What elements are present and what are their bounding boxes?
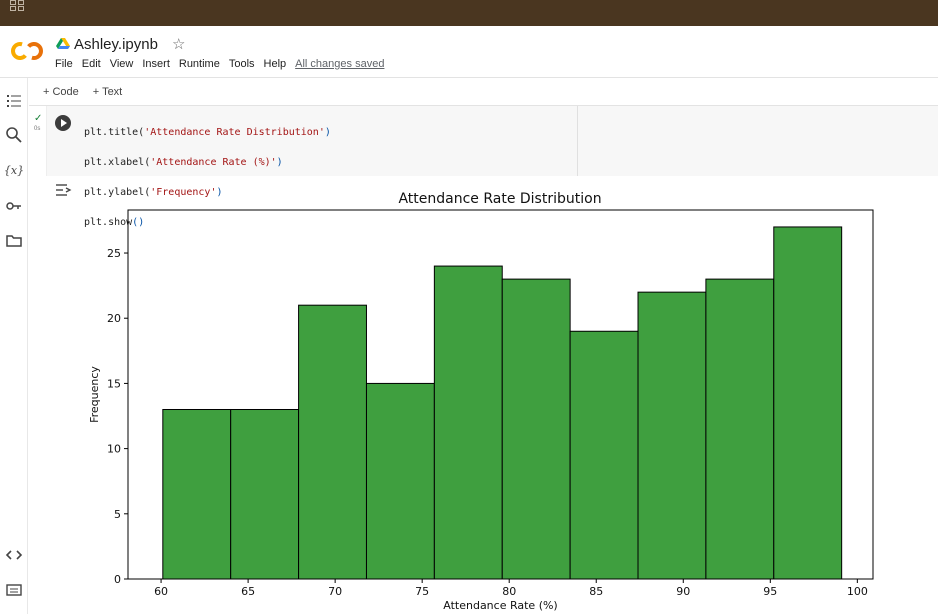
colab-logo-icon [11, 42, 43, 60]
x-tick-label: 60 [154, 585, 168, 598]
menu-tools[interactable]: Tools [229, 58, 255, 70]
apps-grid-icon[interactable] [10, 0, 26, 12]
x-tick-label: 90 [676, 585, 690, 598]
run-cell-button[interactable] [55, 115, 71, 131]
x-axis-label: Attendance Rate (%) [443, 599, 557, 612]
output-actions-icon[interactable] [55, 183, 73, 197]
menu-bar: File Edit View Insert Runtime Tools Help… [55, 58, 393, 70]
y-tick-label: 10 [107, 443, 121, 456]
y-tick-label: 25 [107, 247, 121, 260]
secrets-key-icon[interactable] [5, 197, 23, 215]
x-tick-label: 65 [241, 585, 255, 598]
top-bar [0, 0, 938, 26]
x-tick-label: 70 [328, 585, 342, 598]
menu-edit[interactable]: Edit [82, 58, 101, 70]
terminal-keyboard-icon[interactable] [5, 581, 23, 599]
variables-icon[interactable]: {x} [5, 161, 23, 179]
y-tick-label: 15 [107, 377, 121, 390]
cell-toolbar: + Code + Text [29, 78, 938, 106]
histogram-bar [433, 265, 503, 580]
menu-runtime[interactable]: Runtime [179, 58, 220, 70]
files-folder-icon[interactable] [5, 232, 23, 250]
code-line: plt.title('Attendance Rate Distribution'… [84, 127, 331, 138]
execution-status-check-icon: ✓ [34, 113, 43, 124]
x-tick-label: 100 [847, 585, 868, 598]
y-tick-label: 20 [107, 312, 121, 325]
menu-insert[interactable]: Insert [142, 58, 170, 70]
x-tick-label: 80 [502, 585, 516, 598]
x-tick-label: 85 [589, 585, 603, 598]
histogram-bar [230, 408, 300, 580]
star-icon[interactable]: ☆ [172, 35, 185, 53]
add-code-button[interactable]: + Code [43, 86, 79, 98]
chart-title: Attendance Rate Distribution [398, 191, 601, 207]
code-line: plt.xlabel('Attendance Rate (%)') [84, 157, 283, 168]
code-snippets-icon[interactable] [5, 546, 23, 564]
save-status-link[interactable]: All changes saved [295, 58, 384, 70]
menu-file[interactable]: File [55, 58, 73, 70]
menu-view[interactable]: View [110, 58, 134, 70]
svg-text:{x}: {x} [5, 164, 23, 177]
cell-divider [577, 106, 578, 176]
y-tick-label: 5 [114, 508, 121, 521]
histogram-bar [501, 278, 571, 580]
left-sidebar: {x} [0, 78, 28, 614]
y-axis-label: Frequency [88, 366, 101, 423]
y-tick-label: 0 [114, 573, 121, 586]
histogram-bar [569, 330, 639, 580]
histogram-bar [365, 382, 435, 580]
notebook-title[interactable]: Ashley.ipynb [74, 36, 158, 53]
histogram-bar [705, 278, 775, 580]
histogram-bar [298, 304, 367, 580]
histogram-bar [637, 291, 707, 580]
table-of-contents-icon[interactable] [5, 92, 23, 110]
histogram-bar [773, 226, 843, 580]
google-drive-icon [56, 38, 70, 49]
search-icon[interactable] [5, 126, 23, 144]
menu-help[interactable]: Help [264, 58, 287, 70]
histogram-chart: Attendance Rate Distribution 60 65 70 75 80 8… [88, 191, 874, 612]
add-text-button[interactable]: + Text [93, 86, 122, 98]
x-tick-label: 75 [415, 585, 429, 598]
x-tick-label: 95 [763, 585, 777, 598]
notebook-header: Ashley.ipynb ☆ File Edit View Insert Run… [0, 26, 938, 78]
histogram-bar [162, 408, 232, 580]
execution-time: 0s [34, 126, 41, 132]
